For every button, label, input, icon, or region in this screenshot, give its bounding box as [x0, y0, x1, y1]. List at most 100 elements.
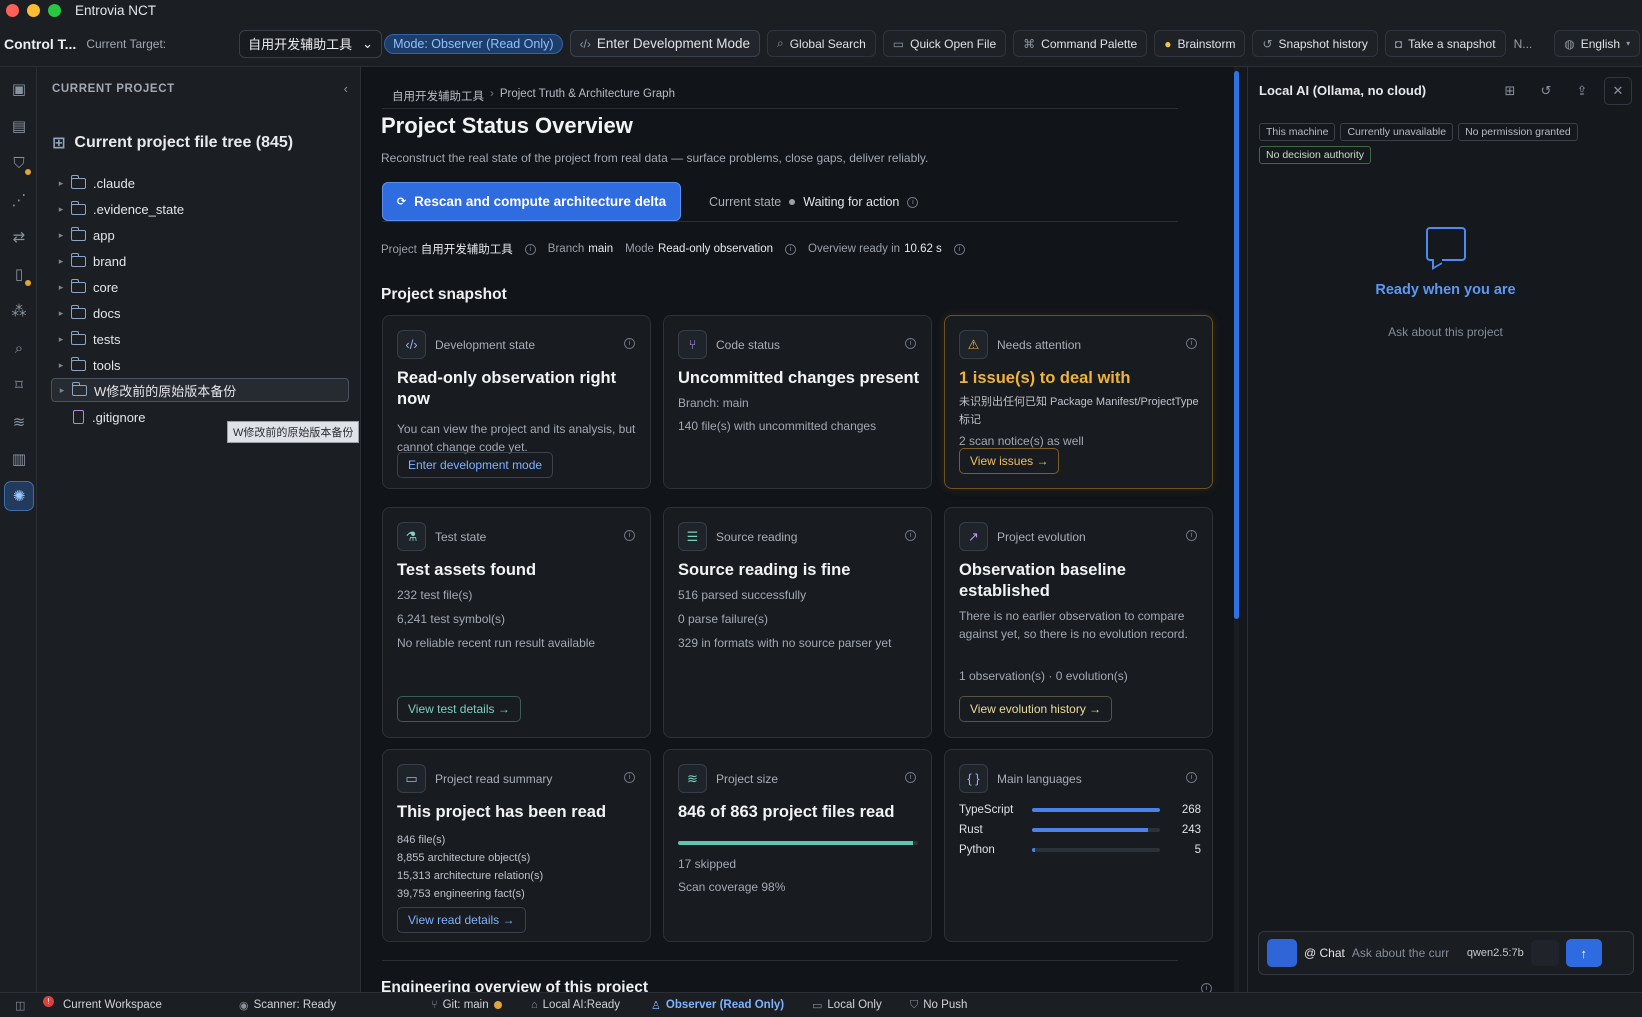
card-header: ≋ Project size	[678, 764, 778, 793]
snapshot-history-button[interactable]: ↺ Snapshot history	[1252, 30, 1378, 57]
language-select[interactable]: ◍ English ▾	[1554, 30, 1641, 57]
info-icon[interactable]: i	[905, 530, 916, 541]
minimize-window-button[interactable]	[27, 4, 40, 17]
send-button[interactable]: ↑	[1565, 939, 1602, 967]
ai-avatar[interactable]	[1267, 939, 1297, 967]
view-issues-button[interactable]: View issues →	[959, 448, 1060, 474]
breadcrumb-item-project[interactable]: 自用开发辅助工具	[392, 88, 484, 104]
git-branch-icon: ⑂	[678, 330, 707, 359]
card-text: 140 file(s) with uncommitted changes	[678, 419, 877, 433]
take-snapshot-button[interactable]: ◘ Take a snapshot	[1384, 30, 1506, 57]
tree-folder-tests[interactable]: ▸ tests	[51, 327, 349, 351]
clipboard-icon[interactable]: ▯	[4, 259, 34, 289]
workspace-status[interactable]: Current Workspace	[63, 999, 239, 1011]
modules-icon[interactable]: ⁂	[4, 296, 34, 326]
info-icon[interactable]: i	[905, 772, 916, 783]
swap-icon[interactable]: ⇄	[4, 222, 34, 252]
lock-icon: ⌂	[531, 999, 538, 1011]
close-icon[interactable]: ✕	[1604, 77, 1632, 105]
tree-folder-backup[interactable]: ▸ W修改前的原始版本备份	[51, 378, 349, 402]
quick-open-file-button[interactable]: ▭ Quick Open File	[882, 30, 1007, 57]
attach-button[interactable]	[1530, 940, 1559, 966]
language-row: TypeScript 268	[959, 804, 1201, 816]
panel-toggle[interactable]: ◫ !	[15, 995, 63, 1012]
git-status[interactable]: ⑂ Git: main	[431, 999, 531, 1011]
layout-icon[interactable]: ▣	[4, 74, 34, 104]
toolbar-overflow[interactable]: N...	[1514, 37, 1533, 51]
info-icon[interactable]: i	[907, 196, 919, 208]
enter-development-mode-link[interactable]: Enter development mode	[397, 452, 554, 478]
info-icon[interactable]: i	[624, 772, 635, 783]
info-icon[interactable]: i	[1186, 530, 1197, 541]
view-evolution-history-button[interactable]: View evolution history →	[959, 696, 1113, 722]
export-icon[interactable]: ⇪	[1568, 77, 1596, 105]
expand-caret-icon: ▸	[58, 177, 64, 188]
view-test-details-button[interactable]: View test details →	[397, 696, 521, 722]
info-icon[interactable]: i	[624, 530, 635, 541]
global-search-button[interactable]: ⌕ Global Search	[766, 30, 876, 57]
search-rail-icon[interactable]: ⌕	[4, 333, 34, 363]
info-icon[interactable]: i	[1186, 338, 1197, 349]
history-icon[interactable]: ↺	[1532, 77, 1560, 105]
breadcrumb-separator: ›	[490, 88, 494, 100]
clipboard-status-dot	[25, 280, 31, 286]
tree-folder-tools[interactable]: ▸ tools	[51, 353, 349, 377]
tree-folder-core[interactable]: ▸ core	[51, 275, 349, 299]
layers-icon[interactable]: ≋	[4, 407, 34, 437]
collapse-sidebar-icon[interactable]: ‹	[344, 81, 348, 96]
view-read-details-button[interactable]: View read details →	[397, 907, 526, 933]
info-icon[interactable]: i	[953, 243, 965, 255]
tree-folder-evidence-state[interactable]: ▸ .evidence_state	[51, 197, 349, 221]
info-icon[interactable]: i	[1201, 983, 1212, 992]
card-text: 17 skipped	[678, 857, 737, 871]
card-text: 未识别出任何已知 Package Manifest/ProjectType 标记	[959, 396, 1199, 426]
card-label: Source reading	[716, 529, 798, 544]
tree-folder-docs[interactable]: ▸ docs	[51, 301, 349, 325]
local-only-status[interactable]: ▭ Local Only	[812, 999, 910, 1012]
git-branch-icon: ⑂	[431, 999, 438, 1011]
warning-icon: ⚠	[959, 330, 988, 359]
card-text: There is no earlier observation to compa…	[959, 609, 1188, 641]
meta-mode-label: Mode	[625, 243, 654, 255]
rescan-button[interactable]: ⟳ Rescan and compute architecture delta	[382, 182, 681, 221]
chat-mode-label[interactable]: @ Chat	[1304, 946, 1345, 960]
chat-input[interactable]	[1351, 946, 1460, 960]
brainstorm-button[interactable]: ● Brainstorm	[1154, 30, 1246, 57]
new-chat-icon[interactable]: ⊞	[1496, 77, 1524, 105]
terminal-rail-icon[interactable]: ▤	[4, 111, 34, 141]
info-icon[interactable]: i	[785, 243, 797, 255]
close-window-button[interactable]	[6, 4, 19, 17]
bookmark-icon[interactable]: ⌑	[4, 370, 34, 400]
card-header: ↗ Project evolution	[959, 522, 1086, 551]
language-bar-fill	[1032, 848, 1035, 852]
brain-icon[interactable]: ✺	[4, 481, 34, 511]
tree-folder-brand[interactable]: ▸ brand	[51, 249, 349, 273]
command-palette-button[interactable]: ⌘ Command Palette	[1013, 30, 1148, 57]
observer-status[interactable]: ♙ Observer (Read Only)	[651, 999, 812, 1012]
model-selector[interactable]: qwen2.5:7b	[1467, 947, 1524, 959]
maximize-window-button[interactable]	[48, 4, 61, 17]
language-bar-fill	[1032, 828, 1149, 832]
graph-icon[interactable]: ⋰	[4, 185, 34, 215]
card-project-read-summary: ▭ Project read summary i This project has…	[382, 749, 651, 942]
ai-status[interactable]: ⌂ Local AI:Ready	[531, 999, 651, 1011]
git-dirty-dot	[493, 1001, 502, 1009]
status-chip: This machine	[1259, 123, 1336, 141]
info-icon[interactable]: i	[624, 338, 635, 349]
card-label: Project read summary	[435, 771, 553, 786]
scanner-status[interactable]: ◉ Scanner: Ready	[239, 999, 431, 1012]
no-push-status[interactable]: ⛉ No Push	[910, 999, 967, 1012]
book-icon[interactable]: ▥	[4, 444, 34, 474]
tree-item-label: brand	[93, 253, 127, 269]
main-scrollbar-thumb[interactable]	[1234, 71, 1239, 619]
target-select[interactable]: 自用开发辅助工具 ⌄	[239, 29, 383, 58]
tree-folder-claude[interactable]: ▸ .claude	[51, 171, 349, 195]
current-state: Current state Waiting for action i	[709, 195, 919, 209]
info-icon[interactable]: i	[524, 243, 536, 255]
shield-icon[interactable]: ⛉	[4, 148, 34, 178]
info-icon[interactable]: i	[905, 338, 916, 349]
tree-folder-app[interactable]: ▸ app	[51, 223, 349, 247]
ai-status-chips-2: No decision authority	[1259, 146, 1372, 164]
info-icon[interactable]: i	[1186, 772, 1197, 783]
enter-development-mode-button[interactable]: ‹/› Enter Development Mode	[569, 30, 760, 57]
